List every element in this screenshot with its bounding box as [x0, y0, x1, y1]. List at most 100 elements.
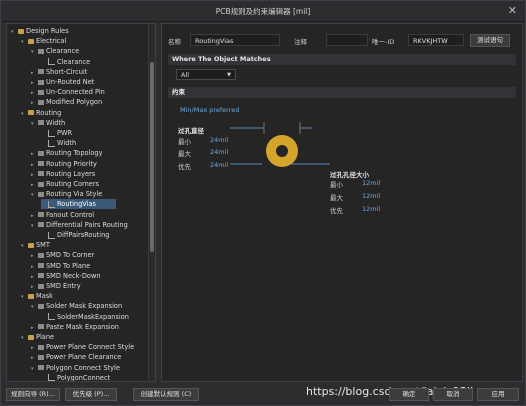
close-icon[interactable]: ✕: [508, 4, 517, 17]
tree-item[interactable]: ▸ Routing Topology: [31, 148, 103, 158]
tree-item[interactable]: ▸ SMD To Plane: [31, 261, 90, 271]
tree-item-label: SMD To Corner: [46, 251, 95, 260]
chevron-down-icon[interactable]: ▾: [31, 190, 38, 200]
tree-item[interactable]: ▾ Routing: [21, 108, 61, 118]
tree-item[interactable]: ▸ Un-Routed Net: [31, 77, 94, 87]
ok-button[interactable]: 确定: [389, 388, 429, 401]
rule-icon: [38, 365, 44, 371]
cancel-button[interactable]: 取消: [433, 388, 473, 401]
tree-item[interactable]: Width: [41, 138, 76, 148]
tree-item[interactable]: ▸ SMD Entry: [31, 281, 81, 291]
tree-item[interactable]: ▸ SMD To Corner: [31, 250, 94, 260]
tree-item[interactable]: ▸ Routing Priority: [31, 159, 97, 169]
tree-scrollbar[interactable]: [148, 24, 155, 381]
chevron-down-icon[interactable]: ▾: [31, 47, 38, 57]
tree-item-label: SMD Entry: [46, 282, 81, 290]
via-diameter-title: 过孔直径: [178, 127, 204, 135]
rule-icon: [38, 69, 44, 75]
tree-item[interactable]: PolygonConnect: [41, 373, 110, 381]
tree-item[interactable]: ▾ Electrical: [21, 36, 66, 46]
apply-button[interactable]: 应用: [477, 388, 519, 401]
tree-item[interactable]: ▸ Modified Polygon: [31, 97, 102, 107]
tree-item-label: Modified Polygon: [46, 98, 103, 107]
tree-item[interactable]: ▾ Differential Pairs Routing: [31, 220, 128, 230]
scope-select[interactable]: All ▼: [176, 69, 236, 80]
rule-wizard-button[interactable]: 规则向导 (R)...: [6, 388, 60, 401]
tree-item[interactable]: ▾ Design Rules: [11, 26, 69, 36]
footer-bar: 规则向导 (R)... 优先级 (P)... 创建默认规则 (C) https:…: [1, 383, 525, 405]
tree-item-label: SolderMaskExpansion: [57, 312, 129, 321]
tree-item[interactable]: ▾ Plane: [21, 332, 54, 342]
chevron-down-icon[interactable]: ▾: [31, 221, 38, 231]
tree-item[interactable]: ▸ Power Plane Connect Style: [31, 342, 134, 352]
tree-item-label: Mask: [36, 292, 53, 301]
via-diameter-min-value[interactable]: 24mil: [210, 136, 228, 144]
chevron-down-icon[interactable]: ▾: [11, 27, 18, 37]
rule-icon: [38, 79, 44, 85]
tree-item[interactable]: ▸ Paste Mask Expansion: [31, 322, 119, 332]
tree-item[interactable]: SolderMaskExpansion: [41, 312, 129, 322]
rule-icon: [38, 263, 44, 269]
rule-icon: [38, 354, 44, 360]
via-diameter-max-value[interactable]: 24mil: [210, 148, 228, 156]
rules-editor-window: PCB规则及约束编辑器 [mil] ✕ ▾ Design Rules ▾ Electr…: [0, 0, 526, 406]
tree-item[interactable]: ▸ Power Plane Clearance: [31, 352, 121, 362]
chevron-down-icon[interactable]: ▾: [21, 333, 28, 343]
rule-icon: [38, 150, 44, 156]
unique-id-field[interactable]: RKVKJHTW: [408, 34, 464, 46]
tree-item[interactable]: ▾ Clearance: [31, 46, 79, 56]
tree-item-label: Paste Mask Expansion: [46, 322, 119, 331]
tree-item[interactable]: ▾ Mask: [21, 291, 53, 301]
chevron-down-icon[interactable]: ▾: [21, 37, 28, 47]
tree-item[interactable]: ▾ Routing Via Style: [31, 189, 102, 199]
tree-item-label: Fanout Control: [46, 210, 95, 219]
rule-icon: [38, 252, 44, 258]
chevron-down-icon[interactable]: ▾: [21, 241, 28, 251]
rule-name-field[interactable]: RoutingVias: [190, 34, 280, 46]
tree-item-label: Routing Priority: [46, 159, 97, 168]
chevron-down-icon[interactable]: ▾: [31, 119, 38, 129]
rule-instance-icon: [48, 58, 55, 66]
chevron-down-icon[interactable]: ▾: [31, 364, 38, 374]
rule-icon: [38, 48, 44, 54]
tree-item-label: SMT: [36, 241, 50, 250]
hole-size-max-value[interactable]: 12mil: [362, 192, 380, 200]
tree-item[interactable]: RoutingVias: [41, 199, 116, 210]
rule-instance-icon: [48, 139, 55, 147]
tree-item-label: Routing Corners: [46, 180, 99, 188]
chevron-down-icon[interactable]: ▾: [21, 109, 28, 119]
tree-item[interactable]: ▸ Short-Circuit: [31, 67, 87, 77]
rule-icon: [38, 181, 44, 187]
tree-item[interactable]: ▾ SMT: [21, 240, 50, 250]
tree-item[interactable]: ▸ Fanout Control: [31, 210, 94, 220]
tree-item[interactable]: ▸ Routing Layers: [31, 169, 95, 179]
test-query-button[interactable]: 测试语句: [470, 34, 510, 47]
rule-instance-icon: [48, 129, 55, 137]
comment-field[interactable]: [326, 34, 368, 46]
hole-size-pref-value[interactable]: 12mil: [362, 205, 380, 213]
rule-instance-icon: [48, 313, 55, 321]
tree-item[interactable]: ▾ Solder Mask Expansion: [31, 301, 122, 311]
create-default-rules-button[interactable]: 创建默认规则 (C): [133, 388, 199, 401]
tree-item[interactable]: ▸ SMD Neck-Down: [31, 271, 101, 281]
tree-item[interactable]: ▾ Width: [31, 118, 65, 128]
rule-instance-icon: [48, 374, 55, 381]
tree-item[interactable]: PWR: [41, 128, 72, 138]
tree-item-label: Un-Routed Net: [46, 78, 95, 86]
priority-button[interactable]: 优先级 (P)...: [65, 388, 117, 401]
hole-size-min-value[interactable]: 12mil: [362, 179, 380, 187]
tree-item-label: Short-Circuit: [46, 67, 88, 76]
tree-item[interactable]: ▾ Polygon Connect Style: [31, 363, 120, 373]
rule-icon: [38, 344, 44, 350]
chevron-down-icon[interactable]: ▾: [31, 302, 38, 312]
tree-item[interactable]: ▸ Routing Corners: [31, 179, 99, 189]
tree-item[interactable]: Clearance: [41, 57, 90, 67]
tree-item[interactable]: ▸ Un-Connected Pin: [31, 87, 105, 97]
tree-item[interactable]: DiffPairsRouting: [41, 230, 109, 240]
tree-scroll-thumb[interactable]: [150, 62, 154, 252]
tree-item-label: PWR: [57, 129, 73, 137]
via-diameter-pref-value[interactable]: 24mil: [210, 161, 228, 169]
chevron-down-icon[interactable]: ▾: [21, 292, 28, 302]
hole-size-min-label: 最小: [330, 181, 343, 189]
constraint-mode[interactable]: Min/Max preferred: [180, 106, 239, 114]
